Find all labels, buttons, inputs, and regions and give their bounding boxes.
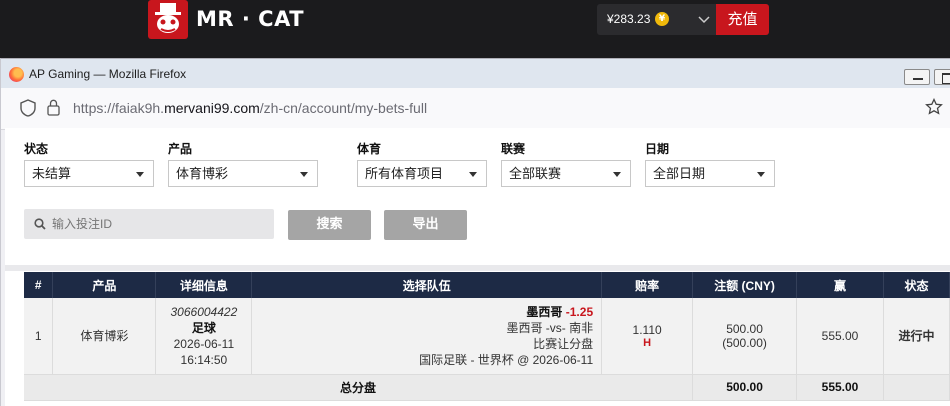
balance-dropdown[interactable]: ¥283.23 ¥ bbox=[597, 4, 716, 35]
selected-team: 墨西哥 bbox=[526, 304, 563, 319]
total-stake: 500.00 bbox=[692, 374, 798, 401]
league-info: 国际足联 - 世界杯 @ 2026-06-11 bbox=[419, 352, 594, 367]
total-row: 总分盘 500.00 555.00 bbox=[24, 374, 950, 401]
export-button[interactable]: 导出 bbox=[384, 210, 467, 240]
coin-icon: ¥ bbox=[655, 12, 669, 26]
date-select-value: 全部日期 bbox=[653, 166, 706, 181]
date-select[interactable]: 全部日期 bbox=[645, 160, 775, 187]
league-select-value: 全部联赛 bbox=[509, 166, 562, 181]
brand-name: MR · CAT bbox=[196, 7, 305, 31]
col-status: 状态 bbox=[883, 272, 950, 298]
product-select[interactable]: 体育博彩 bbox=[168, 160, 318, 187]
market-type: 比赛让分盘 bbox=[533, 336, 594, 351]
league-select[interactable]: 全部联赛 bbox=[501, 160, 631, 187]
handicap-value: -1.25 bbox=[565, 304, 594, 319]
address-bar[interactable]: https://faiak9h.mervani99.com/zh-cn/acco… bbox=[1, 88, 950, 130]
filter-sport-label: 体育 bbox=[357, 142, 382, 156]
caret-down-icon bbox=[757, 172, 765, 177]
stake-paren: (500.00) bbox=[722, 335, 767, 350]
filter-product: 产品 体育博彩 bbox=[168, 140, 318, 187]
lock-icon[interactable] bbox=[47, 99, 60, 116]
caret-down-icon bbox=[469, 172, 477, 177]
caret-down-icon bbox=[613, 172, 621, 177]
table-header-row: # 产品 详细信息 选择队伍 赔率 注额 (CNY) 赢 状态 bbox=[24, 272, 950, 298]
window-titlebar: AP Gaming — Mozilla Firefox bbox=[1, 59, 950, 88]
status-select[interactable]: 未结算 bbox=[24, 160, 154, 187]
firefox-logo-icon bbox=[9, 67, 24, 82]
col-product: 产品 bbox=[52, 272, 157, 298]
shield-icon[interactable] bbox=[20, 99, 36, 117]
maximize-button[interactable] bbox=[934, 69, 950, 85]
col-odds: 赔率 bbox=[601, 272, 694, 298]
filter-status-label: 状态 bbox=[24, 142, 49, 156]
my-bets-page: 状态 未结算 产品 体育博彩 体育 所有体育项目 联赛 全部联赛 日期 全部日期… bbox=[5, 128, 950, 406]
total-label: 总分盘 bbox=[24, 374, 694, 401]
bookmark-star-icon[interactable] bbox=[925, 98, 943, 116]
filter-sport: 体育 所有体育项目 bbox=[357, 140, 487, 187]
filter-product-label: 产品 bbox=[168, 142, 193, 156]
bet-id-search[interactable] bbox=[24, 209, 274, 239]
col-win: 赢 bbox=[796, 272, 884, 298]
col-details: 详细信息 bbox=[155, 272, 253, 298]
status-badge: 进行中 bbox=[883, 298, 950, 375]
row-details: 3066004422 足球 2026-06-11 16:14:50 bbox=[155, 298, 253, 375]
window-title: AP Gaming — Mozilla Firefox bbox=[29, 67, 187, 81]
row-odds: 1.110 H bbox=[601, 298, 694, 375]
bet-id-input[interactable] bbox=[52, 214, 262, 234]
caret-down-icon bbox=[136, 172, 144, 177]
col-selection: 选择队伍 bbox=[251, 272, 603, 298]
bet-time: 16:14:50 bbox=[180, 352, 228, 367]
table-row[interactable]: 1 体育博彩 3066004422 足球 2026-06-11 16:14:50… bbox=[24, 298, 950, 375]
filter-status: 状态 未结算 bbox=[24, 140, 154, 187]
chevron-down-icon bbox=[698, 16, 710, 24]
url-prefix: https://faiak9h. bbox=[73, 100, 165, 116]
row-index: 1 bbox=[24, 298, 54, 375]
filter-league: 联赛 全部联赛 bbox=[501, 140, 631, 187]
minimize-button[interactable] bbox=[904, 69, 930, 85]
row-stake: 500.00 (500.00) bbox=[692, 298, 798, 375]
bet-date: 2026-06-11 bbox=[173, 336, 235, 351]
total-empty bbox=[883, 374, 950, 401]
url-path: /zh-cn/account/my-bets-full bbox=[259, 100, 428, 116]
topup-button[interactable]: 充值 bbox=[716, 4, 769, 35]
stake-value: 500.00 bbox=[726, 321, 763, 336]
col-index: # bbox=[24, 272, 54, 298]
row-selection: 墨西哥 -1.25 墨西哥 -vs- 南非 比赛让分盘 国际足联 - 世界杯 @… bbox=[251, 298, 603, 375]
url-text[interactable]: https://faiak9h.mervani99.com/zh-cn/acco… bbox=[73, 100, 427, 116]
url-domain: mervani99.com bbox=[164, 100, 260, 116]
balance-amount: ¥283.23 bbox=[607, 12, 651, 26]
sport-select-value: 所有体育项目 bbox=[365, 166, 444, 181]
cat-logo-icon[interactable] bbox=[148, 0, 188, 39]
bet-sport: 足球 bbox=[191, 320, 216, 335]
search-button[interactable]: 搜索 bbox=[288, 210, 371, 240]
odds-value: 1.110 bbox=[632, 322, 662, 337]
filter-date: 日期 全部日期 bbox=[645, 140, 775, 187]
row-win: 555.00 bbox=[796, 298, 884, 375]
match-name: 墨西哥 -vs- 南非 bbox=[506, 320, 594, 335]
bets-table: # 产品 详细信息 选择队伍 赔率 注额 (CNY) 赢 状态 1 体育博彩 3… bbox=[24, 272, 950, 401]
search-icon bbox=[34, 218, 46, 230]
col-stake: 注额 (CNY) bbox=[692, 272, 798, 298]
total-win: 555.00 bbox=[796, 374, 884, 401]
sport-select[interactable]: 所有体育项目 bbox=[357, 160, 487, 187]
bet-id: 3066004422 bbox=[170, 304, 238, 319]
row-product: 体育博彩 bbox=[52, 298, 157, 375]
odds-type: H bbox=[643, 336, 652, 349]
section-divider bbox=[5, 265, 950, 271]
caret-down-icon bbox=[300, 172, 308, 177]
site-header: MR · CAT ¥283.23 ¥ 充值 bbox=[0, 0, 950, 56]
product-select-value: 体育博彩 bbox=[176, 166, 229, 181]
status-select-value: 未结算 bbox=[32, 166, 72, 181]
filter-date-label: 日期 bbox=[645, 142, 670, 156]
filter-league-label: 联赛 bbox=[501, 142, 526, 156]
